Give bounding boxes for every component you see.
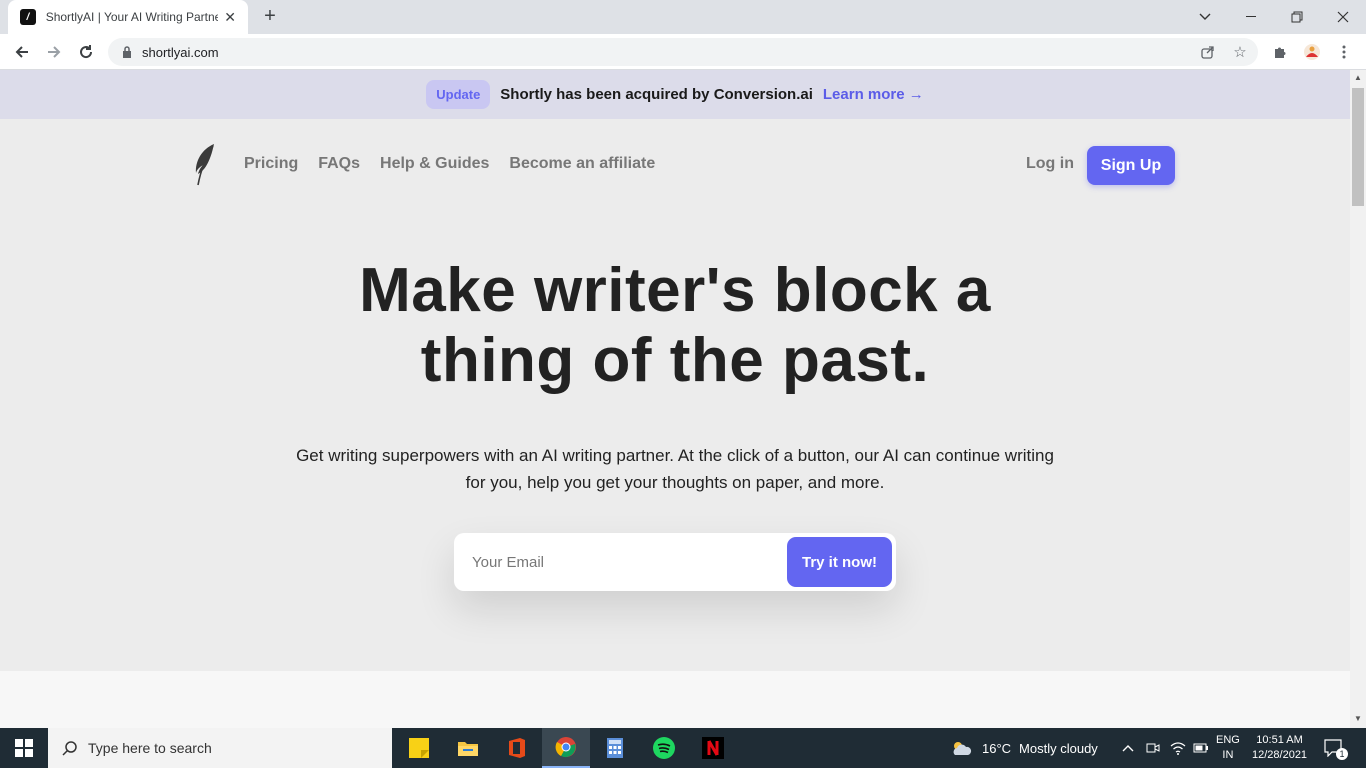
hero-headline-line2: thing of the past. [420,326,930,395]
calculator-icon[interactable] [591,728,639,768]
tab-title: ShortlyAI | Your AI Writing Partner [45,10,219,24]
hero-headline: Make writer's block a thing of the past. [0,256,1350,396]
nav-link-help-guides[interactable]: Help & Guides [380,155,489,173]
region-code: IN [1222,749,1234,761]
taskbar-search-placeholder: Type here to search [88,740,212,756]
nav-link-affiliate[interactable]: Become an affiliate [509,155,655,173]
windows-start-icon[interactable] [0,728,48,768]
office-icon[interactable] [493,728,541,768]
weather-widget[interactable]: 16°C Mostly cloudy [950,728,1098,768]
clock-date: 12/28/2021 [1252,749,1308,761]
browser-menu-icon[interactable] [1334,42,1354,62]
url-text: shortlyai.com [142,44,219,60]
share-icon[interactable] [1198,42,1218,62]
quill-logo-icon[interactable] [192,143,218,187]
login-link[interactable]: Log in [1026,155,1074,173]
wifi-icon[interactable] [1170,728,1186,768]
next-section [0,671,1350,728]
chrome-icon[interactable] [542,728,590,768]
nav-link-faqs[interactable]: FAQs [318,155,360,173]
scroll-up-icon[interactable]: ▲ [1354,73,1362,82]
search-icon [62,741,77,756]
learn-more-link[interactable]: Learn more → [823,86,924,103]
site-nav: Pricing FAQs Help & Guides Become an aff… [192,143,1176,187]
scroll-down-icon[interactable]: ▼ [1354,714,1362,723]
scrollbar-thumb[interactable] [1352,88,1364,206]
lock-icon[interactable] [122,46,132,58]
back-icon[interactable] [10,40,34,64]
minimize-icon[interactable] [1228,0,1274,34]
language-indicator[interactable]: ENG IN [1216,728,1240,768]
profile-avatar-icon[interactable] [1302,42,1322,62]
hero-headline-line1: Make writer's block a [359,256,991,325]
address-bar[interactable]: shortlyai.com [108,38,1258,66]
tab-search-icon[interactable] [1182,0,1228,34]
extensions-puzzle-icon[interactable] [1270,42,1290,62]
browser-toolbar: shortlyai.com ☆ [0,34,1366,70]
show-hidden-icons-chevron-icon[interactable] [1122,728,1134,768]
email-signup-form: Try it now! [454,533,896,591]
web-page: Update Shortly has been acquired by Conv… [0,70,1350,728]
hero-section: Make writer's block a thing of the past.… [0,256,1350,496]
banner-message: Shortly has been acquired by Conversion.… [500,86,813,103]
shortlyai-favicon-icon: / [20,9,36,25]
browser-tab-strip: / ShortlyAI | Your AI Writing Partner ✕ … [0,0,1366,34]
bookmark-star-icon[interactable]: ☆ [1230,42,1250,62]
update-badge: Update [426,80,491,109]
netflix-icon[interactable] [689,728,737,768]
close-window-icon[interactable] [1320,0,1366,34]
try-it-now-button[interactable]: Try it now! [787,537,892,587]
page-scrollbar[interactable]: ▲ ▼ [1350,70,1366,728]
nav-links: Pricing FAQs Help & Guides Become an aff… [244,155,655,173]
notification-center-icon[interactable]: 1 [1324,728,1348,768]
meet-now-icon[interactable] [1146,728,1160,768]
signup-button[interactable]: Sign Up [1087,146,1175,185]
new-tab-button[interactable]: + [258,5,282,28]
cloud-sun-icon [953,742,972,755]
file-explorer-icon[interactable] [444,728,492,768]
email-input[interactable] [472,547,772,577]
tab-close-icon[interactable]: ✕ [224,9,236,26]
hero-subtext: Get writing superpowers with an AI writi… [296,446,1054,492]
forward-icon[interactable] [42,40,66,64]
clock[interactable]: 10:51 AM 12/28/2021 [1252,728,1307,768]
nav-link-pricing[interactable]: Pricing [244,155,298,173]
battery-icon[interactable] [1193,728,1209,768]
reload-icon[interactable] [74,40,98,64]
announcement-banner: Update Shortly has been acquired by Conv… [0,70,1350,119]
windows-taskbar: Type here to search 16°C Mostly cloudy E… [0,728,1366,768]
spotify-icon[interactable] [640,728,688,768]
taskbar-search-box[interactable]: Type here to search [48,728,392,768]
clock-time: 10:51 AM [1256,734,1303,746]
notification-count: 1 [1336,748,1348,760]
restore-icon[interactable] [1274,0,1320,34]
weather-temp: 16°C [982,740,1012,756]
browser-tab[interactable]: / ShortlyAI | Your AI Writing Partner ✕ [8,0,248,34]
language-code: ENG [1216,734,1240,746]
sticky-notes-icon[interactable] [395,728,443,768]
weather-description: Mostly cloudy [1019,740,1098,756]
